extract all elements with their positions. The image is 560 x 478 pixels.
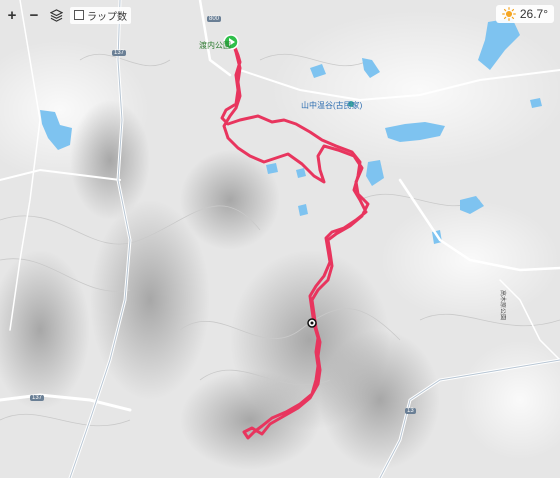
map-toolbar: + − ラップ数 bbox=[0, 0, 131, 30]
lap-checkbox[interactable] bbox=[74, 10, 84, 20]
lap-toggle-label: ラップ数 bbox=[87, 11, 127, 23]
lap-toggle[interactable]: ラップ数 bbox=[70, 6, 131, 24]
current-position-marker[interactable] bbox=[307, 318, 317, 328]
road-number-badge: 137 bbox=[30, 395, 45, 401]
weather-widget: 26.7° bbox=[495, 5, 554, 23]
poi-label: 山中温谷(古民家) bbox=[301, 101, 363, 110]
start-park-label: 渡内公園 bbox=[199, 41, 231, 50]
map-canvas[interactable] bbox=[0, 0, 560, 478]
zoom-in-button[interactable]: + bbox=[4, 7, 20, 24]
temperature-value: 26.7° bbox=[519, 7, 548, 21]
sun-icon bbox=[501, 7, 516, 21]
zoom-out-button[interactable]: − bbox=[26, 7, 42, 24]
local-name-label: 高木原公園 bbox=[499, 290, 505, 321]
road-number-badge: 13 bbox=[405, 408, 416, 414]
road-number-badge: 137 bbox=[112, 50, 127, 56]
layers-icon[interactable] bbox=[48, 7, 64, 23]
road-number-badge: 800 bbox=[207, 16, 222, 22]
